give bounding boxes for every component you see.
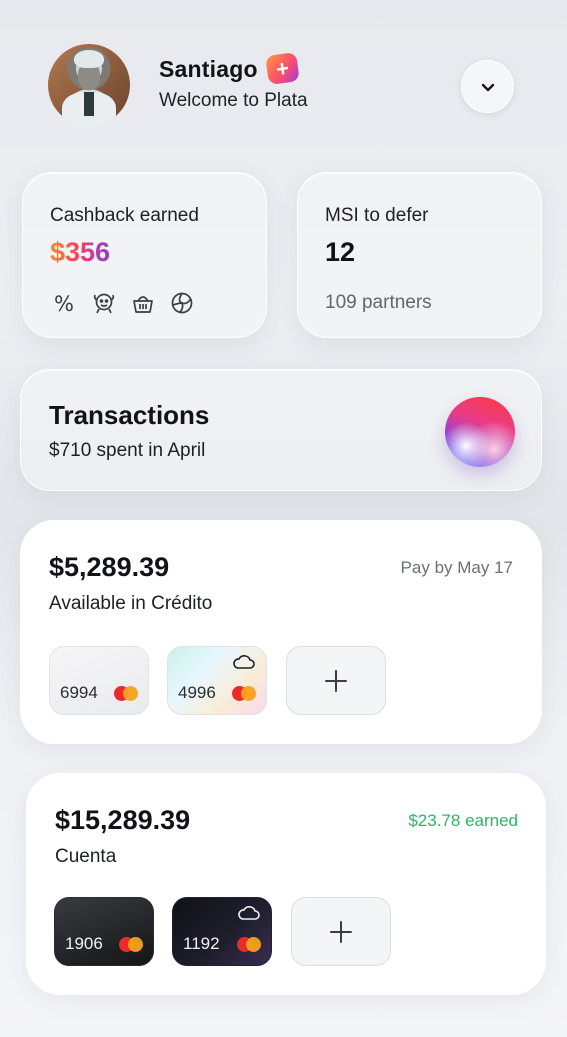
pay-by-date: Pay by May 17 bbox=[400, 558, 513, 577]
welcome-text: Welcome to Plata bbox=[159, 90, 308, 111]
mastercard-icon bbox=[237, 937, 261, 952]
card-1192[interactable]: 1192 bbox=[172, 897, 272, 966]
card-number: 4996 bbox=[178, 683, 216, 702]
msi-partners: 109 partners bbox=[325, 292, 432, 313]
cuenta-section[interactable]: $15,289.39 Cuenta $23.78 earned 1906 119… bbox=[26, 773, 546, 995]
account-dropdown-button[interactable] bbox=[461, 60, 514, 113]
mastercard-icon bbox=[114, 686, 138, 701]
cuenta-label: Cuenta bbox=[55, 846, 117, 867]
user-name: Santiago bbox=[159, 56, 258, 82]
card-number: 1192 bbox=[183, 934, 220, 953]
percent-icon: % bbox=[51, 289, 79, 317]
transactions-title: Transactions bbox=[49, 400, 210, 430]
transactions-subtitle: $710 spent in April bbox=[49, 440, 206, 461]
cloud-icon bbox=[233, 655, 255, 669]
cashback-amount: $356 bbox=[50, 237, 111, 267]
add-credit-card-button[interactable] bbox=[286, 646, 386, 715]
credit-balance: $5,289.39 bbox=[49, 552, 170, 582]
cuenta-balance: $15,289.39 bbox=[55, 805, 191, 835]
transactions-orb-icon bbox=[445, 397, 515, 467]
add-cuenta-card-button[interactable] bbox=[291, 897, 391, 966]
avatar[interactable] bbox=[48, 44, 130, 126]
credit-card-section[interactable]: $5,289.39 Available in Crédito Pay by Ma… bbox=[20, 520, 542, 744]
msi-card[interactable]: MSI to defer 12 109 partners bbox=[297, 172, 542, 338]
msi-value: 12 bbox=[325, 237, 356, 267]
transactions-card[interactable]: Transactions $710 spent in April bbox=[20, 369, 542, 491]
card-1906[interactable]: 1906 bbox=[54, 897, 154, 966]
mastercard-icon bbox=[119, 937, 143, 952]
credit-label: Available in Crédito bbox=[49, 593, 213, 614]
cloud-icon bbox=[238, 906, 260, 920]
basket-icon bbox=[129, 289, 157, 317]
msi-title: MSI to defer bbox=[325, 205, 429, 226]
plus-icon bbox=[330, 920, 352, 943]
card-number: 1906 bbox=[65, 934, 103, 953]
card-number: 6994 bbox=[60, 683, 98, 702]
mastercard-icon bbox=[232, 686, 256, 701]
ball-icon bbox=[168, 289, 196, 317]
face-icon bbox=[90, 289, 118, 317]
plus-icon bbox=[325, 669, 347, 692]
earned-amount: $23.78 earned bbox=[408, 811, 518, 830]
plus-badge-icon: + bbox=[265, 51, 300, 86]
card-6994[interactable]: 6994 bbox=[49, 646, 149, 715]
cashback-title: Cashback earned bbox=[50, 205, 199, 226]
card-4996[interactable]: 4996 bbox=[167, 646, 267, 715]
chevron-down-icon bbox=[481, 83, 494, 91]
cashback-card[interactable]: Cashback earned $356 % bbox=[22, 172, 267, 338]
svg-text:%: % bbox=[54, 292, 74, 315]
